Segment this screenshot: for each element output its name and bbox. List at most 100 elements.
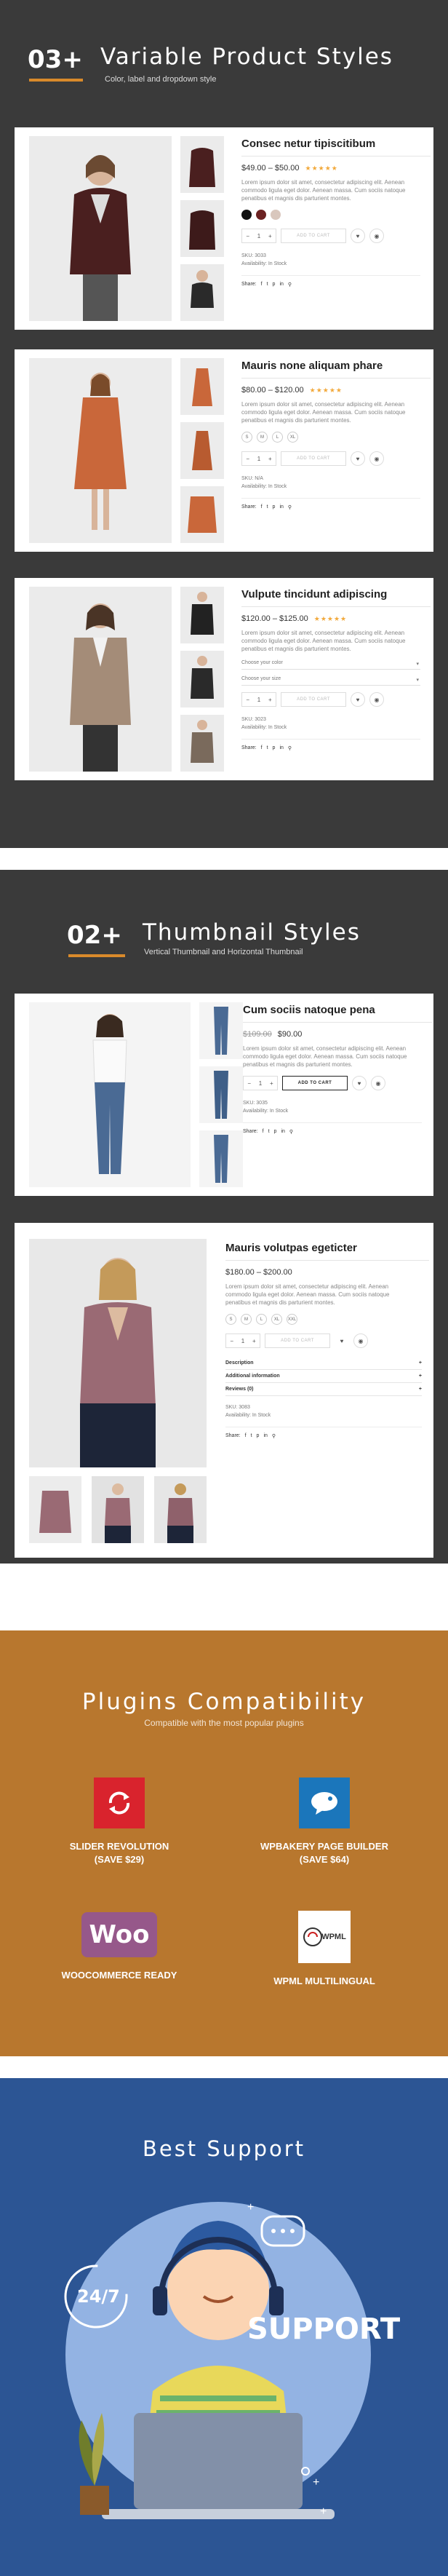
quantity-stepper[interactable]: −1 + [241, 692, 276, 707]
quantity-stepper[interactable]: −1 + [225, 1333, 260, 1348]
add-to-cart-button[interactable]: ADD TO CART [281, 692, 346, 707]
wishlist-heart-icon[interactable]: ♥ [335, 1333, 349, 1348]
color-swatch-beige[interactable] [271, 210, 281, 220]
twitter-icon[interactable]: t [267, 504, 268, 510]
product-title[interactable]: Consec netur tipiscitibum [241, 138, 431, 150]
product-info: Vulpute tincidunt adipiscing $120.00 – $… [241, 588, 431, 751]
add-to-cart-button[interactable]: ADD TO CART [281, 229, 346, 243]
product-thumb[interactable] [199, 1130, 243, 1187]
quick-view-eye-icon[interactable]: ◉ [369, 692, 384, 707]
color-dropdown[interactable]: Choose your color [241, 660, 420, 670]
size-option[interactable]: S [225, 1314, 236, 1325]
twitter-icon[interactable]: t [251, 1433, 252, 1439]
rating-stars-icon: ★★★★★ [313, 614, 348, 622]
number-underline [68, 954, 125, 957]
product-thumb[interactable] [154, 1476, 207, 1543]
product-thumb[interactable] [180, 422, 224, 479]
quick-view-eye-icon[interactable]: ◉ [371, 1076, 385, 1090]
product-info: Mauris none aliquam phare $80.00 – $120.… [241, 360, 431, 510]
product-card: Mauris volutpas egeticter $180.00 – $200… [15, 1223, 433, 1558]
pinterest-icon[interactable]: p [273, 504, 276, 510]
link-icon[interactable]: ⚲ [288, 282, 292, 288]
product-title[interactable]: Mauris none aliquam phare [241, 360, 431, 372]
plugins-subtitle: Compatible with the most popular plugins [144, 1718, 304, 1728]
linkedin-icon[interactable]: in [279, 504, 283, 510]
quantity-stepper[interactable]: −1 + [241, 229, 276, 243]
wpbakery-icon [299, 1778, 350, 1828]
wishlist-heart-icon[interactable]: ♥ [351, 692, 365, 707]
pinterest-icon[interactable]: p [257, 1433, 260, 1439]
link-icon[interactable]: ⚲ [288, 745, 292, 751]
linkedin-icon[interactable]: in [281, 1129, 284, 1135]
quick-view-eye-icon[interactable]: ◉ [369, 451, 384, 466]
size-option[interactable]: L [256, 1314, 267, 1325]
facebook-icon[interactable]: f [261, 504, 263, 510]
color-swatch-maroon[interactable] [256, 210, 266, 220]
wishlist-heart-icon[interactable]: ♥ [352, 1076, 367, 1090]
quantity-stepper[interactable]: −1 + [241, 451, 276, 466]
product-thumb[interactable] [180, 486, 224, 543]
quick-view-eye-icon[interactable]: ◉ [369, 229, 384, 243]
product-thumb[interactable] [92, 1476, 144, 1543]
twitter-icon[interactable]: t [268, 1129, 270, 1135]
add-to-cart-button[interactable]: ADD TO CART [282, 1076, 348, 1090]
product-main-image[interactable] [29, 358, 172, 543]
size-option[interactable]: XL [271, 1314, 282, 1325]
plugin-woocommerce: Woo WOOCOMMERCE READY [39, 1912, 199, 1982]
quick-view-eye-icon[interactable]: ◉ [353, 1333, 368, 1348]
add-to-cart-button[interactable]: ADD TO CART [281, 451, 346, 466]
product-thumb[interactable] [180, 587, 224, 643]
linkedin-icon[interactable]: in [279, 282, 283, 288]
quantity-stepper[interactable]: −1 + [243, 1076, 278, 1090]
size-option[interactable]: L [272, 432, 283, 443]
size-option[interactable]: S [241, 432, 252, 443]
product-thumb[interactable] [180, 715, 224, 772]
plugin-wpbakery: WPBAKERY PAGE BUILDER (SAVE $64) [244, 1778, 404, 1866]
size-option[interactable]: M [257, 432, 268, 443]
facebook-icon[interactable]: f [261, 282, 263, 288]
pinterest-icon[interactable]: p [273, 282, 276, 288]
product-thumb[interactable] [29, 1476, 81, 1543]
color-swatch-black[interactable] [241, 210, 252, 220]
accordion-description[interactable]: Description + [225, 1357, 422, 1370]
product-thumb[interactable] [180, 264, 224, 321]
link-icon[interactable]: ⚲ [272, 1433, 276, 1439]
svg-text:+: + [247, 2201, 254, 2214]
linkedin-icon[interactable]: in [279, 745, 283, 751]
product-title[interactable]: Cum sociis natoque pena [243, 1004, 432, 1016]
product-main-image[interactable] [29, 587, 172, 772]
link-icon[interactable]: ⚲ [288, 504, 292, 510]
product-thumb[interactable] [180, 358, 224, 415]
linkedin-icon[interactable]: in [263, 1433, 267, 1439]
product-main-image[interactable] [29, 1002, 191, 1187]
wishlist-heart-icon[interactable]: ♥ [351, 451, 365, 466]
accordion-additional-info[interactable]: Additional information + [225, 1370, 422, 1383]
size-option[interactable]: M [241, 1314, 252, 1325]
product-thumb[interactable] [180, 651, 224, 708]
product-thumb[interactable] [199, 1002, 243, 1059]
product-thumb[interactable] [199, 1066, 243, 1123]
size-option[interactable]: XXL [287, 1314, 297, 1325]
product-title[interactable]: Vulpute tincidunt adipiscing [241, 588, 431, 601]
pinterest-icon[interactable]: p [273, 745, 276, 751]
accordion-reviews[interactable]: Reviews (0) + [225, 1383, 422, 1396]
facebook-icon[interactable]: f [245, 1433, 247, 1439]
twitter-icon[interactable]: t [267, 745, 268, 751]
link-icon[interactable]: ⚲ [289, 1129, 293, 1135]
pinterest-icon[interactable]: p [274, 1129, 277, 1135]
product-title[interactable]: Mauris volutpas egeticter [225, 1242, 429, 1254]
wishlist-heart-icon[interactable]: ♥ [351, 229, 365, 243]
product-availability: Availability: In Stock [225, 1413, 271, 1418]
facebook-icon[interactable]: f [261, 745, 263, 751]
product-main-image[interactable] [29, 136, 172, 321]
twitter-icon[interactable]: t [267, 282, 268, 288]
clock-247-icon: 24/7 [77, 2286, 120, 2307]
product-thumb[interactable] [180, 136, 224, 193]
product-main-image[interactable] [29, 1239, 207, 1467]
size-option[interactable]: XL [287, 432, 298, 443]
add-to-cart-button[interactable]: ADD TO CART [265, 1333, 330, 1348]
product-thumb[interactable] [180, 200, 224, 257]
facebook-icon[interactable]: f [263, 1129, 264, 1135]
size-dropdown[interactable]: Choose your size [241, 676, 420, 686]
leather-jacket-woman-image [29, 136, 172, 321]
